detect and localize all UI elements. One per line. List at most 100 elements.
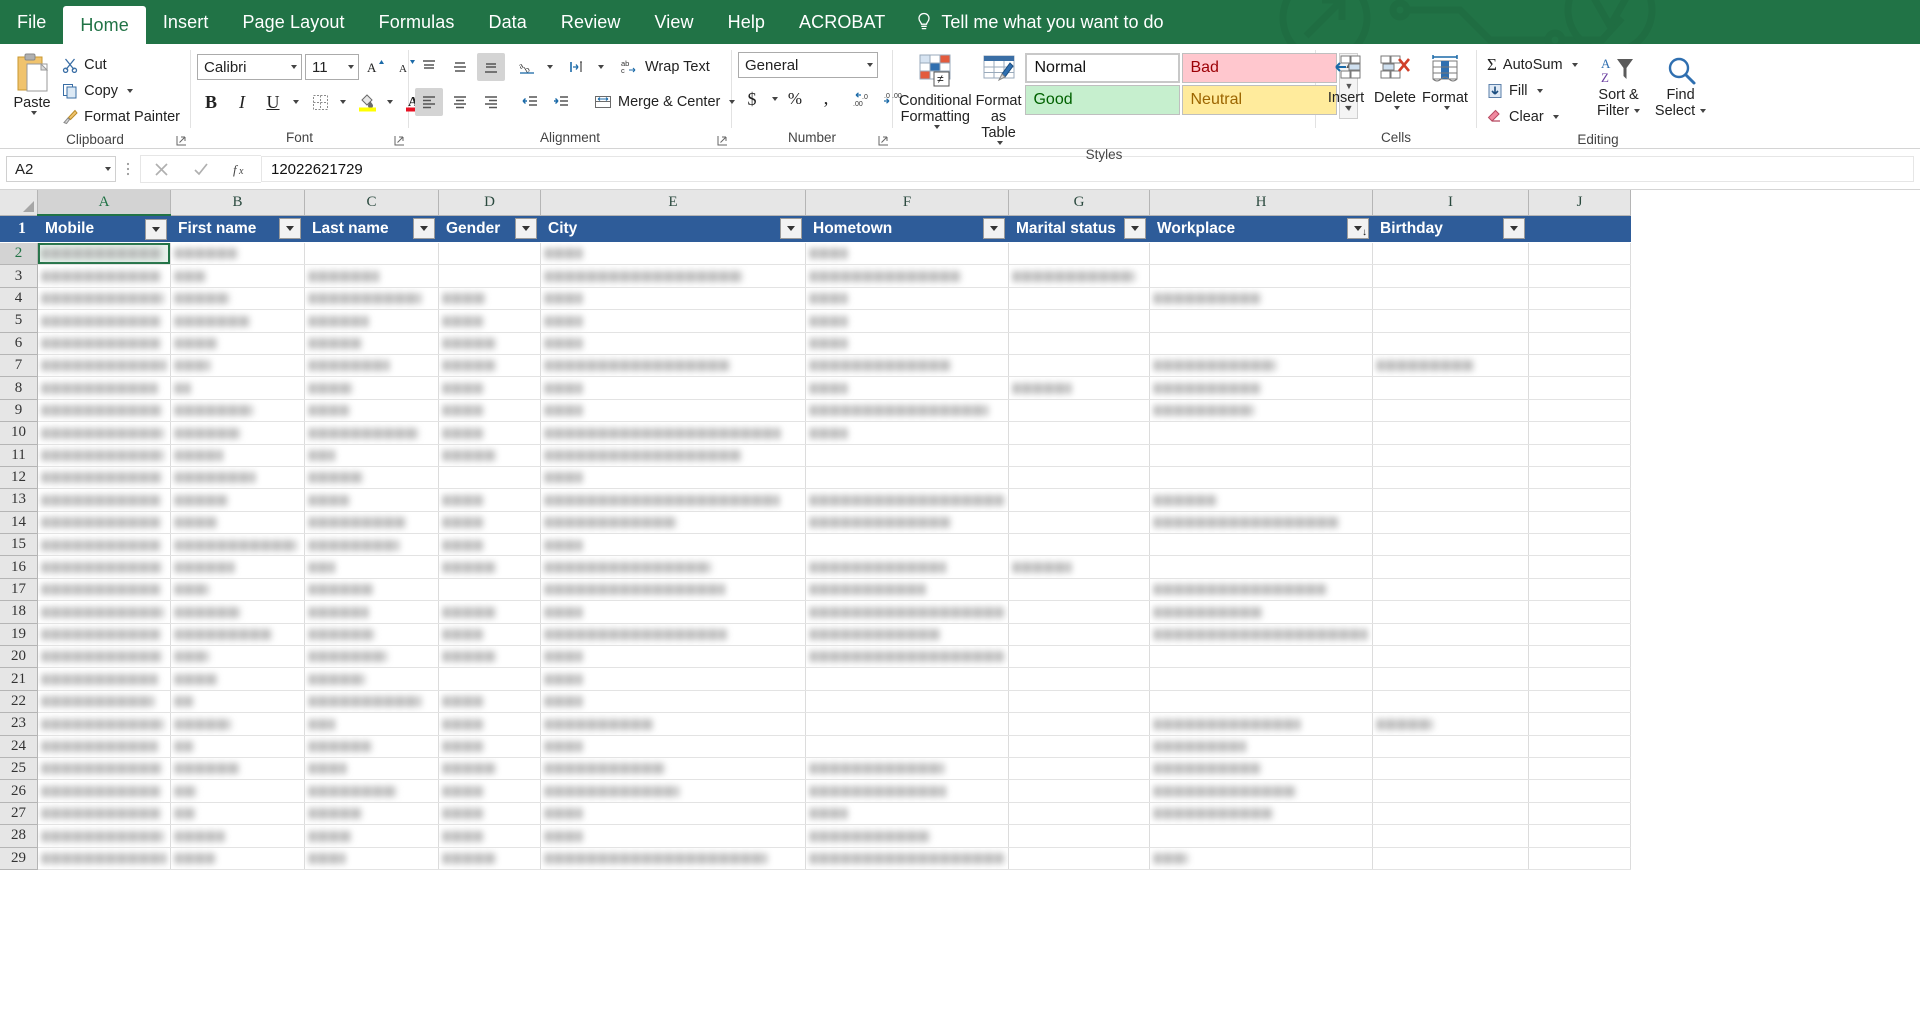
- grid-cell[interactable]: [805, 264, 1009, 288]
- grid-cell[interactable]: [1372, 376, 1529, 400]
- table-row[interactable]: 9: [0, 399, 1631, 423]
- grid-cell[interactable]: [438, 578, 541, 602]
- table-row[interactable]: 25: [0, 757, 1631, 781]
- grid-cell[interactable]: [1528, 645, 1631, 669]
- number-dialog-launcher-icon[interactable]: [878, 135, 889, 146]
- grid-cell[interactable]: [170, 779, 305, 803]
- grid-cell[interactable]: [304, 287, 439, 311]
- grid-cell[interactable]: [540, 466, 806, 490]
- column-header-j[interactable]: J: [1528, 190, 1631, 216]
- chevron-down-icon[interactable]: [933, 125, 940, 129]
- grid-cell[interactable]: [1149, 511, 1373, 535]
- chevron-down-icon[interactable]: [867, 63, 873, 67]
- cell-style-normal[interactable]: Normal: [1025, 53, 1181, 83]
- grid-cell[interactable]: [540, 712, 806, 736]
- grid-cell[interactable]: [170, 354, 305, 378]
- grid-cell[interactable]: [304, 466, 439, 490]
- grid-cell[interactable]: [540, 488, 806, 512]
- grid-cell[interactable]: [1528, 712, 1631, 736]
- grid-cell[interactable]: [438, 421, 541, 445]
- grid-cell[interactable]: [170, 287, 305, 311]
- table-header-gender[interactable]: Gender: [438, 215, 541, 243]
- grid-cell[interactable]: [1008, 555, 1150, 579]
- row-header-2[interactable]: 2: [0, 242, 38, 266]
- grid-cell[interactable]: [1372, 779, 1529, 803]
- grid-cell[interactable]: [540, 578, 806, 602]
- grid-cell[interactable]: [1149, 264, 1373, 288]
- row-header-16[interactable]: 16: [0, 555, 38, 579]
- table-row[interactable]: 16: [0, 555, 1631, 579]
- grid-cell[interactable]: [1528, 779, 1631, 803]
- grid-cell[interactable]: [805, 511, 1009, 535]
- chevron-down-icon[interactable]: [1634, 109, 1641, 113]
- insert-function-button[interactable]: f x: [221, 156, 261, 182]
- grid-cell[interactable]: [1008, 667, 1150, 691]
- grid-cell[interactable]: [1149, 600, 1373, 624]
- table-header-last-name[interactable]: Last name: [304, 215, 439, 243]
- grid-cell[interactable]: [438, 466, 541, 490]
- chevron-down-icon[interactable]: [293, 100, 299, 104]
- row-header-11[interactable]: 11: [0, 444, 38, 467]
- grid-cell[interactable]: [304, 533, 439, 557]
- row-header-25[interactable]: 25: [0, 757, 38, 781]
- grid-cell[interactable]: [1372, 287, 1529, 311]
- column-header-d[interactable]: D: [438, 190, 541, 216]
- grid-cell[interactable]: [438, 488, 541, 512]
- align-top-button[interactable]: [415, 53, 443, 81]
- row-header-17[interactable]: 17: [0, 578, 38, 602]
- grid-cell[interactable]: [37, 399, 171, 423]
- table-row[interactable]: 5: [0, 309, 1631, 333]
- grid-cell[interactable]: [304, 802, 439, 826]
- grid-cell[interactable]: [1008, 332, 1150, 355]
- row-header-13[interactable]: 13: [0, 488, 38, 512]
- grid-cell[interactable]: [1528, 376, 1631, 400]
- grid-cell[interactable]: [1372, 578, 1529, 602]
- grid-cell[interactable]: [37, 690, 171, 714]
- grid-cell[interactable]: [1372, 309, 1529, 333]
- grid-cell[interactable]: [438, 667, 541, 691]
- font-name-combo[interactable]: Calibri: [197, 54, 302, 80]
- grid-cell[interactable]: [805, 466, 1009, 490]
- grid-cell[interactable]: [1528, 623, 1631, 647]
- grid-cell[interactable]: [1149, 555, 1373, 579]
- grid-cell[interactable]: [170, 264, 305, 288]
- table-row[interactable]: 8: [0, 376, 1631, 400]
- insert-cells-button[interactable]: Insert: [1322, 51, 1370, 110]
- grid-cell[interactable]: [37, 578, 171, 602]
- grid-cell[interactable]: [1372, 332, 1529, 355]
- sort-filter-button[interactable]: A Z Sort & Filter: [1588, 52, 1650, 119]
- grid-cell[interactable]: [1372, 242, 1529, 266]
- grid-cell[interactable]: [805, 623, 1009, 647]
- grid-cell[interactable]: [438, 623, 541, 647]
- ribbon-tab-formulas[interactable]: Formulas: [362, 0, 472, 44]
- row-header-4[interactable]: 4: [0, 287, 38, 311]
- column-header-b[interactable]: B: [170, 190, 305, 216]
- grid-cell[interactable]: [1149, 712, 1373, 736]
- table-row[interactable]: 22: [0, 690, 1631, 714]
- grid-cell[interactable]: [540, 421, 806, 445]
- align-right-button[interactable]: [477, 88, 505, 116]
- table-row[interactable]: 3: [0, 264, 1631, 288]
- grid-cell[interactable]: [170, 466, 305, 490]
- cell-style-neutral[interactable]: Neutral: [1182, 85, 1338, 115]
- ribbon-tab-review[interactable]: Review: [544, 0, 638, 44]
- grid-cell[interactable]: [1372, 690, 1529, 714]
- table-row[interactable]: 28: [0, 824, 1631, 848]
- orientation-button[interactable]: a b: [513, 53, 541, 81]
- grid-cell[interactable]: [37, 264, 171, 288]
- copy-button[interactable]: Copy: [58, 78, 184, 104]
- grid-cell[interactable]: [1008, 757, 1150, 781]
- align-middle-button[interactable]: [446, 53, 474, 81]
- grid-cell[interactable]: [1372, 667, 1529, 691]
- row-header-23[interactable]: 23: [0, 712, 38, 736]
- grid-cell[interactable]: [1372, 421, 1529, 445]
- tell-me-search[interactable]: Tell me what you want to do: [902, 0, 1177, 44]
- format-painter-button[interactable]: Format Painter: [58, 104, 184, 130]
- table-row[interactable]: 21: [0, 667, 1631, 691]
- grid-cell[interactable]: [805, 802, 1009, 826]
- grid-cell[interactable]: [1149, 824, 1373, 848]
- grid-cell[interactable]: [540, 623, 806, 647]
- grid-cell[interactable]: [1149, 802, 1373, 826]
- grid-cell[interactable]: [1149, 735, 1373, 758]
- grid-cell[interactable]: [304, 847, 439, 870]
